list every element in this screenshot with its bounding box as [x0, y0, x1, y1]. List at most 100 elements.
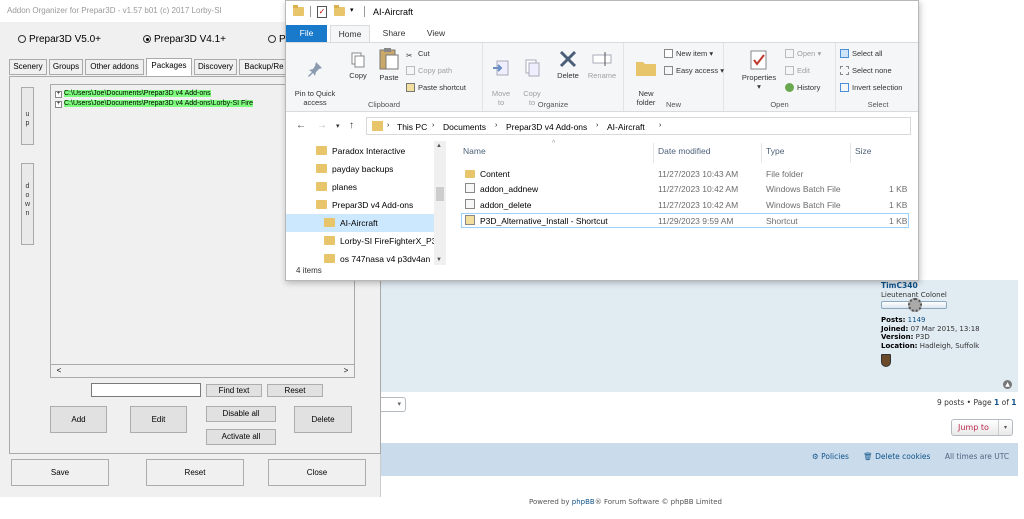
back-arrow-icon[interactable]: ←: [296, 120, 306, 131]
tab-share[interactable]: Share: [376, 25, 412, 42]
expand-icon[interactable]: +: [55, 91, 62, 98]
chevron-right-icon: ›: [659, 122, 662, 129]
reset-find-button[interactable]: Reset: [267, 384, 323, 397]
breadcrumb-documents[interactable]: Documents: [443, 122, 486, 132]
find-text-input[interactable]: [91, 383, 201, 397]
tree-item[interactable]: + C:\Users\Joe\Documents\Prepar3D v4 Add-…: [55, 99, 254, 108]
easy-access-button[interactable]: Easy access ▾: [664, 66, 724, 75]
column-name[interactable]: Name: [463, 146, 486, 156]
policies-link[interactable]: ⚙ Policies: [812, 452, 855, 461]
clipboard-group-label: Clipboard: [367, 100, 401, 109]
scroll-left-icon[interactable]: <: [53, 365, 65, 377]
select-none-button[interactable]: Select none: [840, 66, 892, 75]
copy-to-button[interactable]: Copy to: [518, 49, 546, 107]
up-button[interactable]: u p: [21, 87, 34, 145]
copy-button[interactable]: Copy: [344, 51, 372, 80]
forward-arrow-icon[interactable]: →: [317, 120, 327, 131]
folder-icon: [316, 200, 327, 209]
tab-file[interactable]: File: [286, 25, 327, 42]
tab-home[interactable]: Home: [330, 25, 370, 42]
posts-count-link[interactable]: 1149: [908, 316, 926, 324]
scroll-down-icon[interactable]: ▼: [436, 257, 442, 263]
tab-groups[interactable]: Groups: [49, 59, 83, 75]
open-button[interactable]: Open ▾: [785, 49, 821, 58]
jump-to-button[interactable]: Jump to ▾: [951, 419, 1013, 436]
new-folder-icon[interactable]: [334, 5, 345, 16]
edit-button[interactable]: Edit: [785, 66, 810, 75]
nav-item-747nasa[interactable]: os 747nasa v4 p3dv4an: [286, 250, 434, 265]
tab-backup[interactable]: Backup/Re: [239, 59, 289, 75]
up-arrow-icon[interactable]: ↑: [349, 120, 354, 131]
nav-item-planes[interactable]: planes: [286, 178, 434, 196]
file-row[interactable]: Content 11/27/2023 10:43 AM File folder: [461, 167, 909, 182]
customize-toolbar-icon[interactable]: ▾: [350, 6, 354, 14]
rename-button[interactable]: Rename: [585, 49, 619, 80]
back-to-top-icon[interactable]: ▲: [1003, 380, 1012, 389]
nav-item-payday[interactable]: payday backups: [286, 160, 434, 178]
tree-item[interactable]: + C:\Users\Joe\Documents\Prepar3D v4 Add-…: [55, 89, 211, 98]
close-button[interactable]: Close: [268, 459, 366, 486]
delete-button[interactable]: Delete: [294, 406, 352, 433]
delete-button[interactable]: Delete: [553, 49, 583, 80]
radio-p3d-v5[interactable]: Prepar3D V5.0+: [18, 34, 101, 45]
file-row-selected[interactable]: P3D_Alternative_Install - Shortcut 11/29…: [461, 213, 909, 228]
tab-other-addons[interactable]: Other addons: [85, 59, 144, 75]
nav-item-prepar3d-addons[interactable]: Prepar3D v4 Add-ons: [286, 196, 434, 214]
history-button[interactable]: History: [785, 83, 820, 92]
tree-horizontal-scrollbar[interactable]: < >: [50, 364, 355, 378]
move-to-button[interactable]: Move to: [487, 49, 515, 107]
select-group: Select all Select none Invert selection …: [836, 43, 918, 111]
column-date-modified[interactable]: Date modified: [658, 146, 710, 156]
paste-button[interactable]: Paste: [375, 47, 403, 82]
address-bar[interactable]: › This PC › Documents › Prepar3D v4 Add-…: [366, 117, 911, 135]
properties-icon[interactable]: ✓: [317, 6, 327, 18]
scroll-thumb[interactable]: [436, 187, 444, 201]
tab-discovery[interactable]: Discovery: [194, 59, 237, 75]
file-row[interactable]: addon_delete 11/27/2023 10:42 AM Windows…: [461, 198, 909, 213]
delete-cookies-link[interactable]: 🗑 Delete cookies: [863, 452, 936, 461]
scroll-up-icon[interactable]: ▲: [436, 143, 442, 149]
copy-path-button[interactable]: Copy path: [406, 66, 452, 75]
cut-button[interactable]: ✂ Cut: [406, 49, 430, 60]
pin-quick-access-button[interactable]: Pin to Quick access: [290, 51, 340, 107]
activate-all-button[interactable]: Activate all: [206, 429, 276, 445]
breadcrumb-this-pc[interactable]: This PC: [397, 122, 427, 132]
invert-selection-button[interactable]: Invert selection: [840, 83, 902, 92]
nav-item-paradox[interactable]: Paradox Interactive: [286, 142, 434, 160]
recent-locations-icon[interactable]: ▾: [336, 122, 340, 130]
divider: [364, 6, 365, 17]
down-button[interactable]: d o w n: [21, 163, 34, 245]
ribbon-tabs: File Home Share View: [286, 23, 918, 42]
tab-scenery[interactable]: Scenery: [9, 59, 47, 75]
radio-p3d-other[interactable]: P: [268, 34, 286, 45]
breadcrumb-prepar3d-addons[interactable]: Prepar3D v4 Add-ons: [506, 122, 587, 132]
tab-packages[interactable]: Packages: [146, 58, 192, 76]
nav-item-ai-aircraft[interactable]: AI-Aircraft: [286, 214, 434, 232]
select-all-button[interactable]: Select all: [840, 49, 882, 58]
column-type[interactable]: Type: [766, 146, 784, 156]
paste-shortcut-button[interactable]: Paste shortcut: [406, 83, 466, 92]
file-row[interactable]: addon_addnew 11/27/2023 10:42 AM Windows…: [461, 182, 909, 197]
reset-button[interactable]: Reset: [146, 459, 244, 486]
breadcrumb-ai-aircraft[interactable]: AI-Aircraft: [607, 122, 645, 132]
radio-p3d-v4[interactable]: Prepar3D V4.1+: [143, 34, 226, 45]
nav-pane-scrollbar[interactable]: ▲ ▼: [434, 141, 446, 265]
edit-button[interactable]: Edit: [130, 406, 187, 433]
scroll-right-icon[interactable]: >: [340, 365, 352, 377]
new-item-button[interactable]: New item ▾: [664, 49, 713, 58]
find-text-button[interactable]: Find text: [206, 384, 262, 397]
disable-all-button[interactable]: Disable all: [206, 406, 276, 422]
post-username[interactable]: TimC340: [881, 281, 1011, 291]
phpbb-link[interactable]: phpBB: [572, 498, 595, 506]
add-button[interactable]: Add: [50, 406, 107, 433]
chevron-right-icon: ›: [432, 122, 435, 129]
page-select[interactable]: ▾: [378, 397, 406, 412]
save-button[interactable]: Save: [11, 459, 109, 486]
properties-button[interactable]: Properties ▾: [738, 49, 780, 91]
folder-icon: [293, 5, 304, 16]
new-folder-button[interactable]: New folder: [630, 49, 662, 107]
column-size[interactable]: Size: [855, 146, 872, 156]
nav-item-lorby[interactable]: Lorby-SI FireFighterX_P3: [286, 232, 434, 250]
expand-icon[interactable]: +: [55, 101, 62, 108]
tab-view[interactable]: View: [418, 25, 454, 42]
